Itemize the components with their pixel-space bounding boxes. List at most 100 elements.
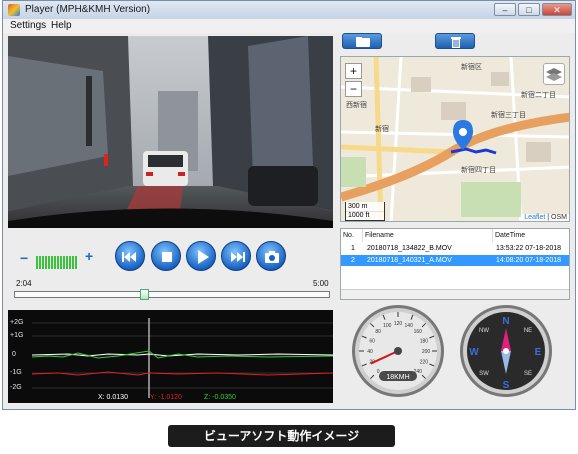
speed-tick-label: 60 bbox=[369, 338, 375, 344]
volume-level-bars[interactable] bbox=[36, 240, 84, 272]
current-time: 2:04 bbox=[16, 279, 32, 288]
stop-button[interactable] bbox=[151, 241, 181, 271]
caption-label: ビューアソフト動作イメージ bbox=[168, 425, 395, 447]
snapshot-button[interactable] bbox=[256, 241, 286, 271]
leaflet-link[interactable]: Leaflet bbox=[524, 214, 545, 221]
volume-bar bbox=[48, 256, 50, 269]
speedometer: 020406080100120140160180200220240 18KMH bbox=[351, 304, 445, 398]
compass-w: W bbox=[469, 347, 479, 358]
volume-bar bbox=[60, 256, 62, 269]
map-tiles: 新宿区 新宿四丁目 新宿二丁目 新宿 新宿三丁目 西新宿 bbox=[341, 57, 569, 221]
map-zoom-in-button[interactable]: + bbox=[345, 63, 362, 79]
folder-icon bbox=[356, 37, 370, 47]
speed-tick-label: 40 bbox=[367, 349, 373, 355]
layers-icon bbox=[546, 68, 562, 81]
trash-icon bbox=[451, 37, 461, 48]
volume-bar bbox=[57, 256, 59, 269]
compass-se: SE bbox=[524, 371, 532, 377]
osm-link[interactable]: OSM bbox=[551, 214, 567, 221]
maximize-button[interactable]: □ bbox=[518, 3, 540, 16]
map-layers-button[interactable] bbox=[543, 63, 565, 85]
map-attribution: Leaflet | OSM bbox=[522, 214, 569, 221]
row-datetime: 14:08:20 07-18-2018 bbox=[496, 257, 561, 264]
play-icon bbox=[198, 250, 209, 264]
map-label-shinjuku-ku: 新宿区 bbox=[461, 62, 482, 71]
map-view[interactable]: 新宿区 新宿四丁目 新宿二丁目 新宿 新宿三丁目 西新宿 + − 300 m 1… bbox=[340, 56, 570, 222]
map-label-nishi-shinjuku: 西新宿 bbox=[346, 100, 367, 109]
volume-up-button[interactable]: + bbox=[85, 248, 93, 264]
volume-bar bbox=[36, 256, 38, 269]
menu-bar: Settings Help bbox=[3, 19, 575, 33]
speed-tick-label: 100 bbox=[383, 323, 392, 329]
g-sensor-graph: +2G +1G 0 -1G -2G X: 0.0130 Y: -1.0120 Z… bbox=[8, 310, 333, 403]
row-filename: 20180718_134822_B.MOV bbox=[367, 245, 452, 252]
map-zoom-out-button[interactable]: − bbox=[345, 81, 362, 97]
x-readout: X: 0.0130 bbox=[98, 394, 128, 401]
compass-nw: NW bbox=[479, 328, 489, 334]
speed-tick-label: 0 bbox=[377, 369, 380, 375]
row-datetime: 13:53:22 07-18-2018 bbox=[496, 245, 561, 252]
file-table: No. Filename DateTime 1 20180718_134822_… bbox=[340, 228, 570, 300]
seek-bar[interactable] bbox=[14, 289, 330, 300]
volume-bar bbox=[66, 256, 68, 269]
volume-bar bbox=[45, 256, 47, 269]
z-readout: Z: -0.0350 bbox=[204, 394, 236, 401]
speed-tick-label: 160 bbox=[414, 329, 423, 335]
next-button[interactable] bbox=[221, 241, 251, 271]
volume-down-button[interactable]: − bbox=[20, 250, 28, 266]
stop-icon bbox=[162, 252, 172, 262]
map-scale-imperial: 1000 ft bbox=[345, 211, 385, 221]
speedometer-dial: 020406080100120140160180200220240 18KMH bbox=[352, 305, 444, 397]
video-image bbox=[8, 36, 333, 228]
speed-tick-label: 200 bbox=[422, 349, 431, 355]
table-row[interactable]: 1 20180718_134822_B.MOV 13:53:22 07-18-2… bbox=[341, 243, 569, 254]
graph-plot bbox=[31, 318, 333, 398]
menu-settings[interactable]: Settings bbox=[10, 20, 46, 31]
table-row-selected[interactable]: 2 20180718_140321_A.MOV 14:08:20 07-18-2… bbox=[341, 255, 569, 266]
map-label-shinjuku-3: 新宿三丁目 bbox=[491, 110, 526, 119]
row-no: 1 bbox=[351, 245, 355, 252]
fast-forward-icon bbox=[231, 252, 245, 262]
delete-button[interactable] bbox=[435, 33, 475, 49]
open-folder-button[interactable] bbox=[342, 33, 382, 49]
volume-bar bbox=[75, 256, 77, 269]
volume-bar bbox=[42, 256, 44, 269]
column-header-no[interactable]: No. bbox=[341, 229, 363, 242]
compass-sw: SW bbox=[479, 371, 489, 377]
compass-n: N bbox=[502, 316, 509, 327]
row-no: 2 bbox=[351, 257, 355, 264]
compass-ne: NE bbox=[524, 328, 532, 334]
menu-help[interactable]: Help bbox=[51, 20, 72, 31]
seek-thumb[interactable] bbox=[140, 289, 149, 300]
volume-bar bbox=[39, 256, 41, 269]
graph-series-y bbox=[31, 371, 333, 376]
compass-dial: N E S W NE SE SW NW bbox=[460, 305, 552, 397]
map-label-shinjuku-4: 新宿四丁目 bbox=[461, 165, 496, 174]
close-button[interactable]: ✕ bbox=[542, 3, 572, 16]
volume-bar bbox=[63, 256, 65, 269]
volume-bar bbox=[69, 256, 71, 269]
play-button[interactable] bbox=[186, 241, 216, 271]
map-label-shinjuku: 新宿 bbox=[375, 124, 389, 133]
attribution-separator: | bbox=[547, 214, 550, 221]
speed-tick-label: 180 bbox=[420, 338, 429, 344]
speed-unit-label: 18KMH bbox=[386, 374, 409, 381]
column-header-datetime[interactable]: DateTime bbox=[493, 229, 569, 242]
minimize-button[interactable]: – bbox=[494, 3, 516, 16]
row-filename: 20180718_140321_A.MOV bbox=[367, 257, 452, 264]
video-frame bbox=[8, 36, 333, 228]
total-time: 5:00 bbox=[313, 279, 329, 288]
speed-tick-label: 140 bbox=[405, 323, 414, 329]
volume-bar bbox=[51, 256, 53, 269]
table-horizontal-scrollbar[interactable] bbox=[341, 289, 569, 299]
previous-button[interactable] bbox=[115, 241, 145, 271]
compass-e: E bbox=[535, 347, 542, 358]
speed-tick-label: 80 bbox=[375, 329, 381, 335]
playback-controls: − + bbox=[8, 240, 333, 280]
window-title: Player (MPH&KMH Version) bbox=[25, 4, 151, 15]
y-readout: Y: -1.0120 bbox=[150, 394, 182, 401]
compass-s: S bbox=[503, 380, 510, 391]
column-header-filename[interactable]: Filename bbox=[363, 229, 493, 242]
map-label-shinjuku-2: 新宿二丁目 bbox=[521, 90, 556, 99]
rewind-icon bbox=[122, 252, 136, 262]
